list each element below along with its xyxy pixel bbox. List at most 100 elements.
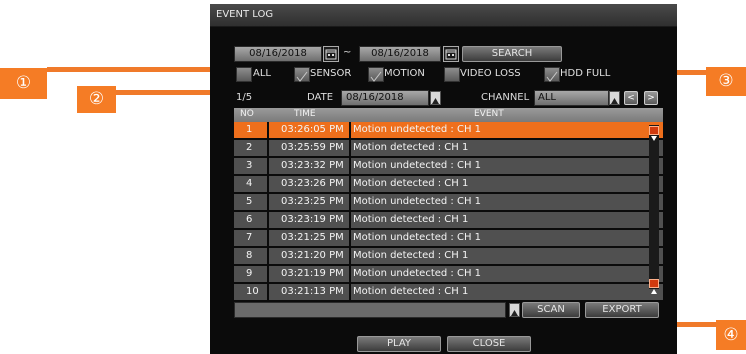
event-table: NO TIME EVENT 1 03:26:05 PM Motion undetec… — [234, 108, 663, 302]
channel-label: CHANNEL — [481, 92, 530, 103]
row-time: 03:21:19 PM — [281, 268, 344, 279]
page-indicator: 1/5 — [236, 92, 253, 103]
event-log-window: EVENT LOG 08/16/2018 ~ 08/16/2018 SEARCH… — [210, 4, 677, 354]
row-no: 8 — [246, 250, 253, 261]
table-row[interactable]: 9 03:21:19 PM Motion undetected : CH 1 — [234, 266, 663, 284]
column-divider — [349, 122, 351, 138]
arrow-up-icon[interactable] — [649, 279, 659, 294]
from-date-field[interactable]: 08/16/2018 — [234, 46, 322, 62]
row-no: 10 — [246, 286, 259, 297]
table-row[interactable]: 10 03:21:13 PM Motion detected : CH 1 — [234, 284, 663, 302]
callout-2: ② — [77, 86, 116, 113]
column-divider — [267, 230, 269, 246]
scan-button[interactable]: SCAN — [522, 302, 580, 318]
column-divider — [349, 230, 351, 246]
row-time: 03:23:19 PM — [281, 214, 344, 225]
row-time: 03:21:20 PM — [281, 250, 344, 261]
row-time: 03:21:25 PM — [281, 232, 344, 243]
column-divider — [349, 158, 351, 174]
filter-all-label: ALL — [253, 68, 271, 79]
row-event: Motion undetected : CH 1 — [353, 196, 482, 207]
row-event: Motion detected : CH 1 — [353, 250, 469, 261]
arrow-up-icon[interactable] — [609, 91, 620, 105]
arrow-down-icon[interactable] — [649, 126, 659, 141]
row-time: 03:25:59 PM — [281, 142, 344, 153]
table-row[interactable]: 4 03:23:26 PM Motion detected : CH 1 — [234, 176, 663, 194]
table-header: NO TIME EVENT — [234, 108, 663, 122]
calendar-icon[interactable] — [443, 46, 459, 62]
table-row[interactable]: 7 03:21:25 PM Motion undetected : CH 1 — [234, 230, 663, 248]
filter-video-loss-checkbox[interactable] — [444, 67, 460, 82]
table-row[interactable]: 5 03:23:25 PM Motion undetected : CH 1 — [234, 194, 663, 212]
column-divider — [349, 194, 351, 210]
check-icon — [370, 71, 382, 82]
table-row[interactable]: 6 03:23:19 PM Motion detected : CH 1 — [234, 212, 663, 230]
title-bar: EVENT LOG — [210, 4, 677, 27]
row-event: Motion undetected : CH 1 — [353, 160, 482, 171]
row-event: Motion detected : CH 1 — [353, 286, 469, 297]
window-title: EVENT LOG — [216, 9, 274, 20]
row-event: Motion undetected : CH 1 — [353, 124, 482, 135]
column-divider — [267, 284, 269, 300]
to-date-field[interactable]: 08/16/2018 — [359, 46, 441, 62]
column-divider — [267, 140, 269, 156]
filter-video-loss-label: VIDEO LOSS — [460, 68, 521, 79]
row-time: 03:26:05 PM — [281, 124, 344, 135]
calendar-icon[interactable] — [323, 46, 339, 62]
row-time: 03:23:32 PM — [281, 160, 344, 171]
column-divider — [349, 266, 351, 282]
table-row[interactable]: 1 03:26:05 PM Motion undetected : CH 1 — [234, 122, 663, 140]
search-button[interactable]: SEARCH — [462, 46, 562, 62]
callout-3: ③ — [706, 67, 746, 96]
column-divider — [267, 176, 269, 192]
date-select[interactable]: 08/16/2018 — [341, 90, 429, 106]
row-no: 6 — [246, 214, 253, 225]
header-no: NO — [240, 109, 254, 119]
row-no: 5 — [246, 196, 253, 207]
arrow-up-icon[interactable] — [509, 303, 520, 317]
export-path-field[interactable] — [234, 302, 506, 318]
row-no: 9 — [246, 268, 253, 279]
filter-hdd-full-checkbox[interactable] — [544, 67, 560, 82]
close-button[interactable]: CLOSE — [447, 336, 531, 352]
row-no: 1 — [246, 124, 253, 135]
column-divider — [349, 248, 351, 264]
arrow-up-icon[interactable] — [430, 91, 441, 105]
column-divider — [267, 194, 269, 210]
row-time: 03:23:25 PM — [281, 196, 344, 207]
export-button[interactable]: EXPORT — [585, 302, 659, 318]
header-time: TIME — [294, 109, 316, 119]
filter-hdd-full-label: HDD FULL — [560, 68, 611, 79]
check-icon — [546, 71, 558, 82]
column-divider — [349, 284, 351, 300]
table-scrollbar[interactable] — [649, 125, 659, 294]
filter-motion-label: MOTION — [384, 68, 425, 79]
table-row[interactable]: 2 03:25:59 PM Motion detected : CH 1 — [234, 140, 663, 158]
callout-1: ① — [0, 68, 47, 99]
filter-motion-checkbox[interactable] — [368, 67, 384, 82]
next-page-button[interactable]: > — [644, 91, 658, 105]
table-row[interactable]: 3 03:23:32 PM Motion undetected : CH 1 — [234, 158, 663, 176]
filter-all-checkbox[interactable] — [236, 67, 252, 82]
callout-4: ④ — [716, 320, 746, 350]
row-event: Motion detected : CH 1 — [353, 142, 469, 153]
filter-sensor-checkbox[interactable] — [294, 67, 310, 82]
channel-select[interactable]: ALL — [534, 90, 609, 106]
column-divider — [267, 212, 269, 228]
column-divider — [267, 158, 269, 174]
date-range-tilde: ~ — [343, 47, 352, 58]
row-no: 4 — [246, 178, 253, 189]
table-row[interactable]: 8 03:21:20 PM Motion detected : CH 1 — [234, 248, 663, 266]
play-button[interactable]: PLAY — [357, 336, 441, 352]
row-no: 7 — [246, 232, 253, 243]
prev-page-button[interactable]: < — [624, 91, 638, 105]
row-event: Motion detected : CH 1 — [353, 214, 469, 225]
column-divider — [267, 122, 269, 138]
row-event: Motion undetected : CH 1 — [353, 268, 482, 279]
row-event: Motion detected : CH 1 — [353, 178, 469, 189]
column-divider — [349, 140, 351, 156]
callout-2-line — [116, 90, 220, 95]
row-event: Motion undetected : CH 1 — [353, 232, 482, 243]
column-divider — [349, 176, 351, 192]
column-divider — [267, 248, 269, 264]
